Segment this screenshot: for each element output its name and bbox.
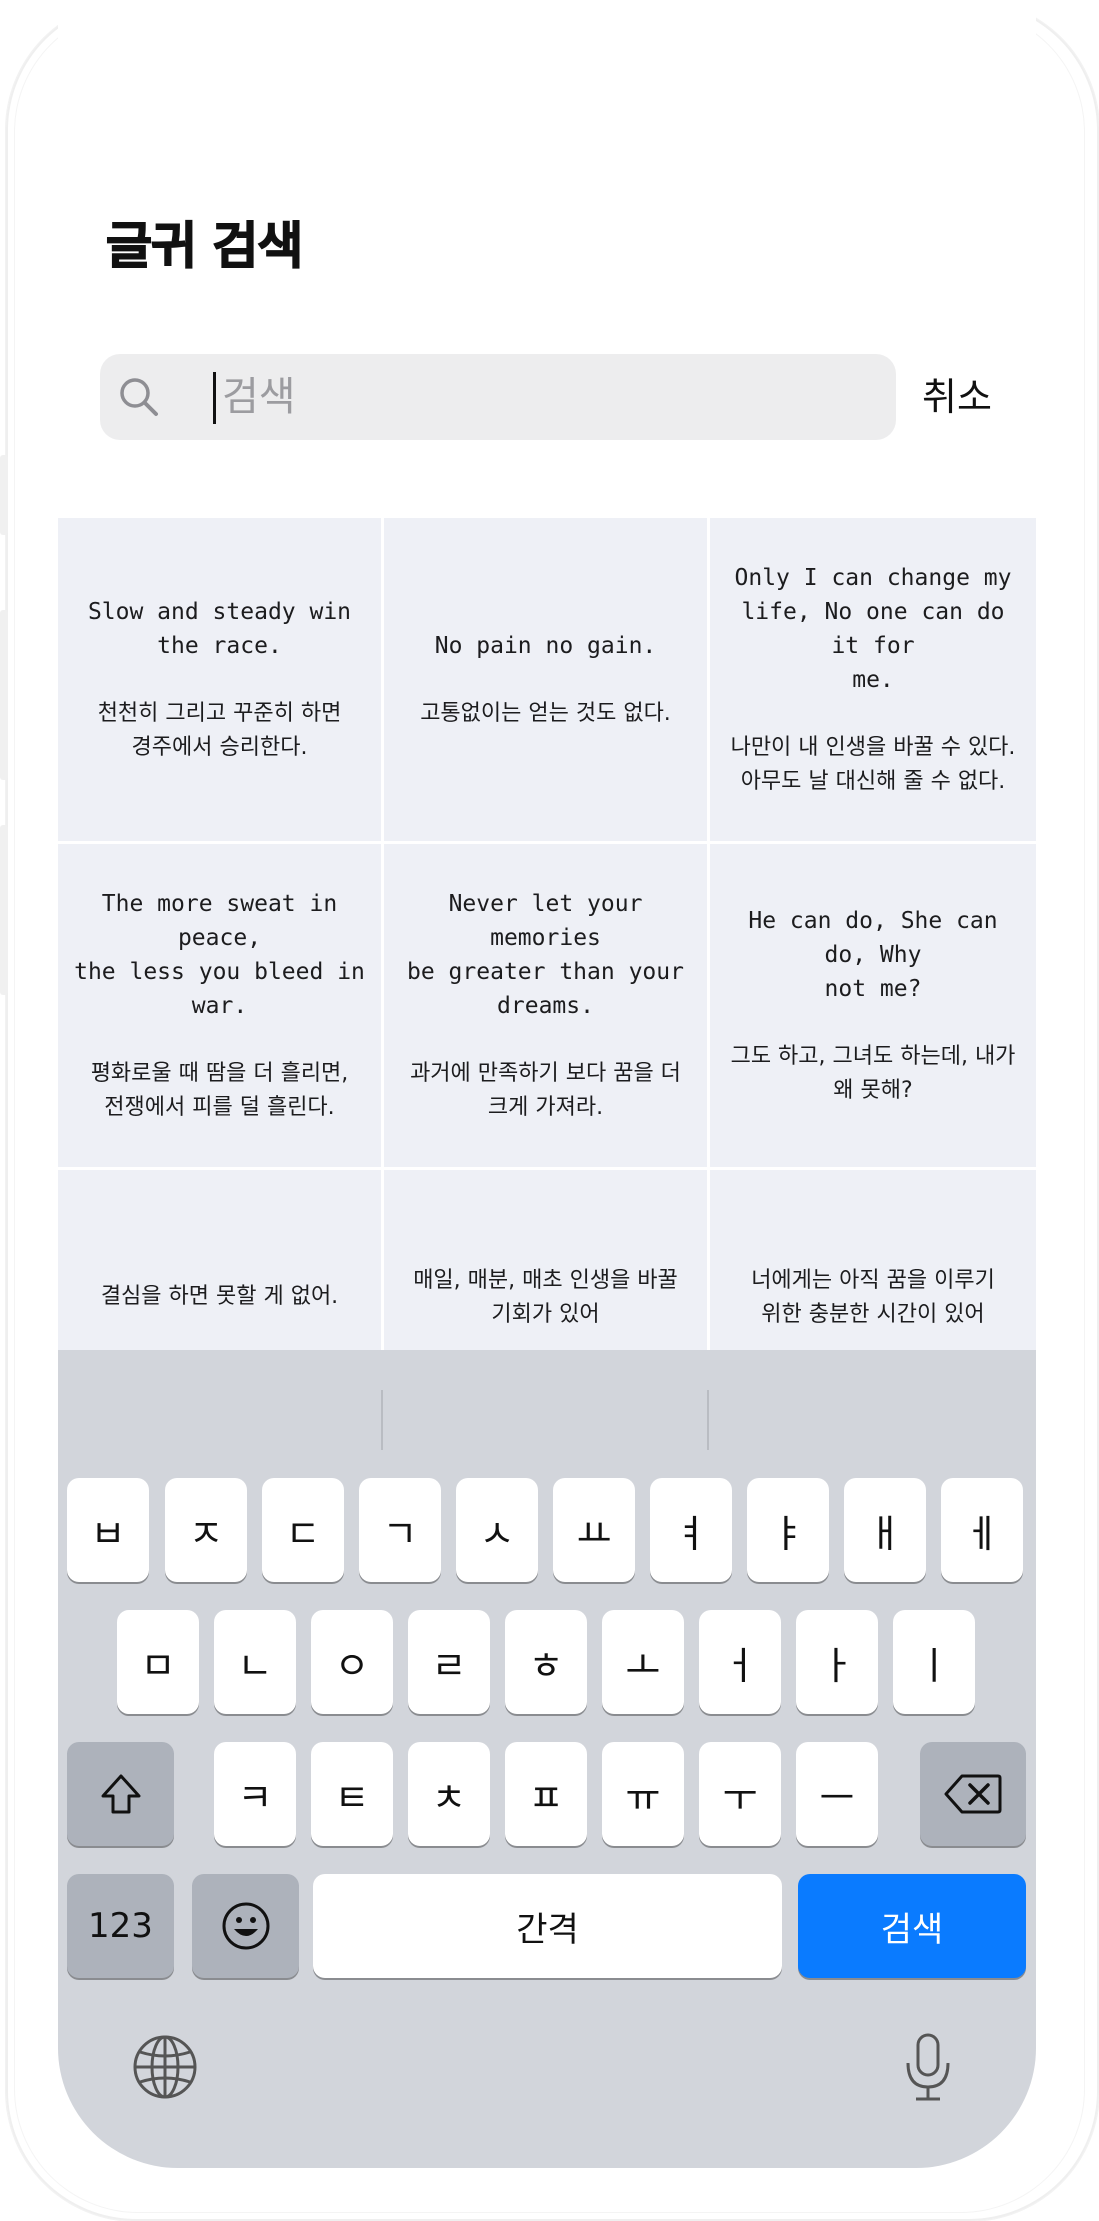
search-input[interactable] <box>218 368 868 426</box>
quote-korean: 매일, 매분, 매초 인생을 바꿀 기회가 있어 <box>413 1268 678 1327</box>
globe-button[interactable] <box>130 2032 200 2102</box>
quote-card[interactable]: Slow and steady win the race. 천천히 그리고 꾸준… <box>58 518 381 841</box>
globe-icon <box>133 2035 197 2099</box>
key[interactable]: ㅗ <box>602 1610 684 1714</box>
quote-card[interactable]: Never let your memories be greater than … <box>384 844 707 1167</box>
quote-card[interactable]: Only I can change my life, No one can do… <box>710 518 1036 841</box>
quote-card[interactable]: He can do, She can do, Why not me? 그도 하고… <box>710 844 1036 1167</box>
cancel-button[interactable]: 취소 <box>922 366 992 421</box>
suggestion-divider <box>381 1390 383 1450</box>
suggestion-divider <box>707 1390 709 1450</box>
key[interactable]: ㅍ <box>505 1742 587 1846</box>
quote-korean: 천천히 그리고 꾸준히 하면 경주에서 승리한다. <box>97 700 342 760</box>
mute-switch <box>0 455 8 535</box>
key[interactable]: ㅎ <box>505 1610 587 1714</box>
dictation-button[interactable] <box>898 2032 958 2104</box>
quote-card[interactable]: No pain no gain. 고통없이는 얻는 것도 없다. <box>384 518 707 841</box>
search-bar[interactable] <box>100 354 896 440</box>
screen: 글귀 검색 취소 Slow and steady win the race. 천… <box>58 0 1036 2168</box>
key[interactable]: ㅛ <box>553 1478 635 1582</box>
quote-english: Only I can change my life, No one can do… <box>734 564 1012 693</box>
key[interactable]: ㅁ <box>117 1610 199 1714</box>
space-key[interactable]: 간격 <box>313 1874 782 1978</box>
text-cursor <box>213 372 216 424</box>
quote-korean: 과거에 만족하기 보다 꿈을 더 크게 가져라. <box>410 1060 681 1120</box>
delete-icon <box>944 1774 1002 1814</box>
key[interactable]: ㅈ <box>165 1478 247 1582</box>
key[interactable]: ㅣ <box>893 1610 975 1714</box>
phone-frame: 글귀 검색 취소 Slow and steady win the race. 천… <box>0 0 1099 2221</box>
key[interactable]: ㅏ <box>796 1610 878 1714</box>
quote-grid: Slow and steady win the race. 천천히 그리고 꾸준… <box>58 518 1036 1493</box>
shift-icon <box>101 1774 140 1814</box>
page-title: 글귀 검색 <box>105 216 304 276</box>
emoji-key[interactable] <box>192 1874 299 1978</box>
key[interactable]: ㅋ <box>214 1742 296 1846</box>
keyboard: ㅂ ㅈ ㄷ ㄱ ㅅ ㅛ ㅕ ㅑ ㅐ ㅔ ㅁ ㄴ ㅇ ㄹ ㅎ ㅗ ㅓ ㅏ ㅣ ㅋ … <box>58 1350 1036 2168</box>
key[interactable]: ㅓ <box>699 1610 781 1714</box>
key[interactable]: ㅡ <box>796 1742 878 1846</box>
search-key[interactable]: 검색 <box>798 1874 1026 1978</box>
key[interactable]: ㄹ <box>408 1610 490 1714</box>
quote-english: Slow and steady win the race. <box>87 598 352 659</box>
key[interactable]: ㅊ <box>408 1742 490 1846</box>
key[interactable]: ㅌ <box>311 1742 393 1846</box>
quote-korean: 결심을 하면 못할 게 없어. <box>100 1284 339 1309</box>
key[interactable]: ㅐ <box>844 1478 926 1582</box>
volume-down-button <box>0 825 8 995</box>
key[interactable]: ㅕ <box>650 1478 732 1582</box>
key[interactable]: ㅑ <box>747 1478 829 1582</box>
key[interactable]: ㄴ <box>214 1610 296 1714</box>
quote-korean: 나만이 내 인생을 바꿀 수 있다. 아무도 날 대신해 줄 수 없다. <box>730 734 1016 794</box>
key[interactable]: ㅔ <box>941 1478 1023 1582</box>
key[interactable]: ㅂ <box>67 1478 149 1582</box>
key[interactable]: ㄱ <box>359 1478 441 1582</box>
volume-up-button <box>0 610 8 780</box>
key[interactable]: ㄷ <box>262 1478 344 1582</box>
shift-key[interactable] <box>67 1742 174 1846</box>
quote-korean: 고통없이는 얻는 것도 없다. <box>420 700 671 726</box>
key[interactable]: ㅠ <box>602 1742 684 1846</box>
key[interactable]: ㅇ <box>311 1610 393 1714</box>
numbers-key[interactable]: 123 <box>67 1874 174 1978</box>
quote-english: The more sweat in peace, the less you bl… <box>74 890 365 1019</box>
microphone-icon <box>906 2033 950 2101</box>
emoji-icon <box>222 1902 269 1950</box>
quote-english: No pain no gain. <box>434 632 657 659</box>
delete-key[interactable] <box>920 1742 1026 1846</box>
key[interactable]: ㅅ <box>456 1478 538 1582</box>
search-icon <box>120 378 158 416</box>
quote-english: He can do, She can do, Why not me? <box>748 907 998 1002</box>
quote-korean: 평화로울 때 땀을 더 흘리면, 전쟁에서 피를 덜 흘린다. <box>90 1060 349 1120</box>
quote-korean: 그도 하고, 그녀도 하는데, 내가 왜 못해? <box>730 1043 1016 1103</box>
quote-english: Never let your memories be greater than … <box>407 890 684 1019</box>
quote-korean: 너에게는 아직 꿈을 이루기 위한 충분한 시간이 있어 <box>751 1268 995 1327</box>
quote-card[interactable]: The more sweat in peace, the less you bl… <box>58 844 381 1167</box>
key[interactable]: ㅜ <box>699 1742 781 1846</box>
